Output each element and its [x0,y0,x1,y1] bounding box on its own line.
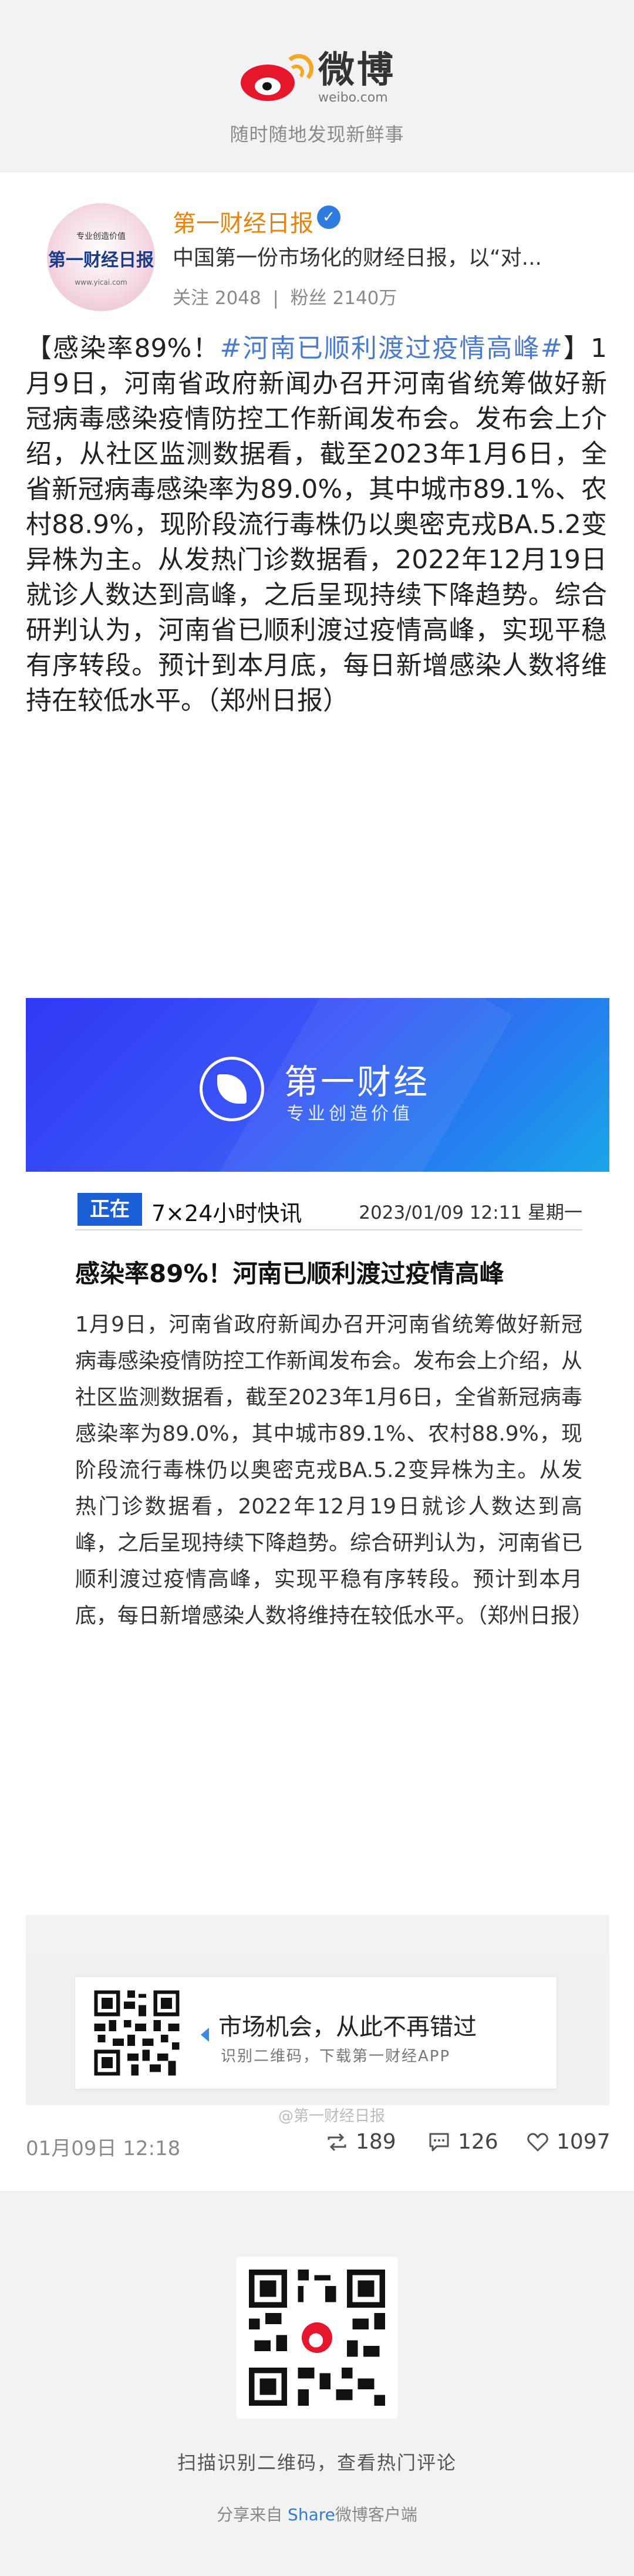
verified-icon: ✓ [317,205,340,229]
news-flash-logo: 正在 [77,1193,142,1226]
qr-code-icon [249,2270,385,2406]
post-lead: 【感染率89%！ [26,333,220,363]
like-count: 1097 [557,2130,611,2154]
avatar[interactable]: 专业创造价值 第一财经日报 www.yicai.com [47,203,155,311]
post-timestamp: 01月09日 12:18 [26,2137,181,2160]
like-button[interactable]: 1097 [527,2130,611,2154]
following-label: 关注 [173,288,209,309]
author-description: 中国第一份市场化的财经日报，以“对... [173,246,542,270]
news-flash-date: 2023/01/09 12:11 星期一 [359,1202,582,1223]
banner-subtitle: 专业创造价值 [286,1104,413,1124]
brand-name: 微博 [318,48,396,91]
news-flash-title: 7×24小时快讯 [151,1201,302,1226]
avatar-slogan: 专业创造价值 [76,232,126,241]
news-flash-header: 正在 7×24小时快讯 2023/01/09 12:11 星期一 [75,1191,582,1230]
share-brand: Share [288,2505,335,2524]
post-text: 【感染率89%！#河南已顺利渡过疫情高峰#】1月9日，河南省政府新闻办召开河南省… [26,331,607,719]
arrow-left-icon [201,2028,209,2042]
following-count: 2048 [214,288,261,309]
app-promo-image[interactable]: 市场机会，从此不再错过 识别二维码，下载第一财经APP @第一财经日报 [26,1954,609,2125]
post-body: 】1月9日，河南省政府新闻办召开河南省统筹做好新冠病毒感染疫情防控工作新闻发布会… [26,333,608,716]
promo-title: 市场机会，从此不再错过 [218,2014,477,2041]
tagline: 随时随地发现新鲜事 [230,123,404,146]
share-source: 分享来自 Share微博客户端 [0,2502,634,2526]
author-stats: 关注 2048 | 粉丝 2140万 [173,288,397,309]
followers-label: 粉丝 [290,288,327,309]
heart-icon [527,2133,548,2151]
avatar-url: www.yicai.com [75,278,127,286]
yicai-logo-icon [200,1057,264,1121]
yicai-banner-image[interactable]: 第一财经 专业创造价值 [26,998,609,1172]
comment-count: 126 [458,2130,498,2154]
followers-count: 2140万 [332,288,397,309]
share-suffix: 微博客户端 [335,2505,417,2524]
weibo-eye-icon [238,52,313,103]
share-prefix: 分享来自 [217,2505,283,2524]
qr-caption: 扫描识别二维码，查看热门评论 [177,2452,457,2474]
app-qr-code-icon [90,1987,183,2079]
banner-title: 第一财经 [284,1062,430,1102]
author-name[interactable]: 第一财经日报 [173,204,313,238]
comment-button[interactable]: 126 [429,2130,498,2154]
repost-button[interactable]: 189 [326,2130,396,2154]
comments-qr-section: 扫描识别二维码，查看热门评论 分享来自 Share微博客户端 [0,2191,634,2576]
news-body: 1月9日，河南省政府新闻办召开河南省统筹做好新冠病毒感染疫情防控工作新闻发布会。… [75,1313,593,1628]
news-flash-image[interactable]: 正在 7×24小时快讯 2023/01/09 12:11 星期一 感染率89%！… [26,1172,609,1915]
weibo-logo: 微博 weibo.com [238,49,396,106]
weibo-header: 微博 weibo.com 随时随地发现新鲜事 [0,0,634,171]
post-card: 专业创造价值 第一财经日报 www.yicai.com 第一财经日报 ✓ 中国第… [0,171,634,2191]
avatar-name: 第一财经日报 [48,250,154,271]
promo-panel: 市场机会，从此不再错过 识别二维码，下载第一财经APP [75,1977,557,2089]
comments-qr-code[interactable] [236,2257,398,2419]
hashtag-link[interactable]: #河南已顺利渡过疫情高峰# [220,333,562,363]
author-profile[interactable]: 专业创造价值 第一财经日报 www.yicai.com 第一财经日报 ✓ 中国第… [0,171,634,312]
promo-subtitle: 识别二维码，下载第一财经APP [221,2048,451,2065]
image-separator [26,1915,609,1954]
repost-icon [328,2133,346,2151]
post-footer: 01月09日 12:18 189 126 1097 [0,2122,634,2169]
brand-domain: weibo.com [318,90,388,105]
comment-icon [429,2133,449,2151]
news-headline: 感染率89%！河南已顺利渡过疫情高峰 [75,1259,504,1288]
repost-count: 189 [356,2130,396,2154]
